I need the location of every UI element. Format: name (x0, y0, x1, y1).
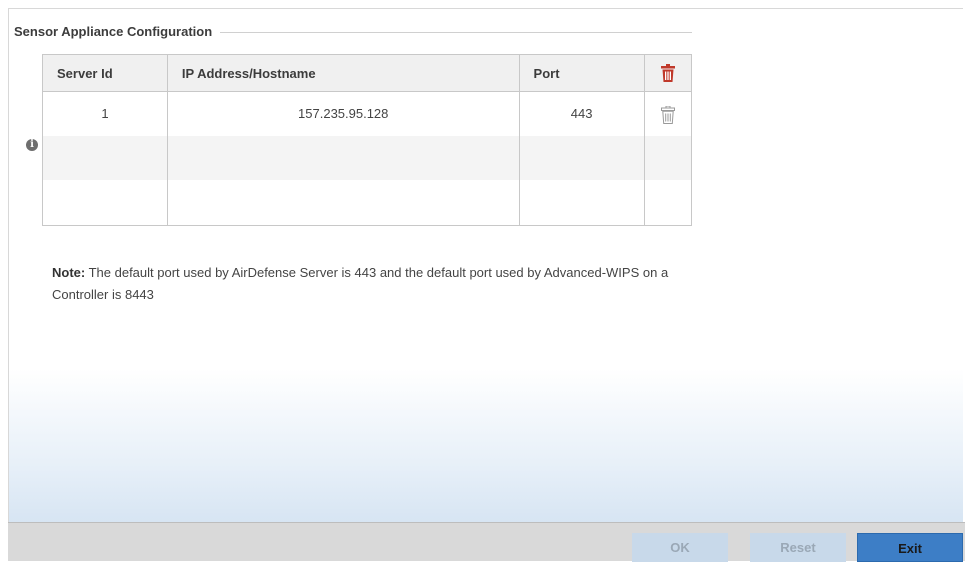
empty-cell (42, 136, 168, 180)
reset-button[interactable]: Reset (750, 533, 846, 562)
table-row[interactable]: 1 157.235.95.128 443 (42, 91, 693, 136)
empty-cell (166, 136, 520, 180)
trash-icon (660, 64, 675, 82)
footer-bar: OK Reset Exit (8, 522, 965, 562)
empty-cell (166, 180, 520, 226)
table-header-row: Server Id IP Address/Hostname Port (42, 54, 693, 92)
empty-cell (518, 136, 645, 180)
empty-cell (518, 180, 645, 226)
info-icon[interactable]: i (26, 139, 38, 151)
cell-server-id[interactable]: 1 (42, 91, 168, 136)
trash-icon (660, 106, 675, 124)
column-header-port[interactable]: Port (518, 54, 645, 92)
exit-button[interactable]: Exit (857, 533, 963, 562)
table-row-empty (42, 136, 693, 180)
empty-cell (643, 180, 693, 226)
column-header-ip-address[interactable]: IP Address/Hostname (166, 54, 520, 92)
sensor-server-table: Server Id IP Address/Hostname Port 1 157… (42, 54, 693, 226)
table-row-empty (42, 180, 693, 226)
delete-row-button[interactable] (643, 91, 693, 136)
section-title: Sensor Appliance Configuration (14, 24, 221, 39)
note-text: The default port used by AirDefense Serv… (52, 265, 669, 302)
default-port-note: Note: The default port used by AirDefens… (52, 262, 712, 306)
ok-button[interactable]: OK (632, 533, 728, 562)
empty-cell (42, 180, 168, 226)
column-header-server-id[interactable]: Server Id (42, 54, 168, 92)
cell-port[interactable]: 443 (518, 91, 645, 136)
cell-ip-address[interactable]: 157.235.95.128 (166, 91, 520, 136)
delete-all-button[interactable] (643, 54, 693, 92)
empty-cell (643, 136, 693, 180)
note-label: Note: (52, 265, 86, 280)
